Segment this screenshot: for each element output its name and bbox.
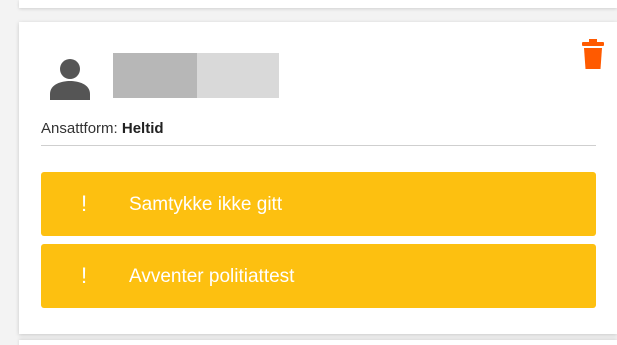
employment-type-label: Ansattform: [41,120,118,137]
person-icon [50,58,90,100]
exclamation-icon: ! [81,191,88,216]
exclamation-icon: ! [81,263,88,288]
employment-type: Ansattform: Heltid [41,120,164,137]
divider [41,145,596,146]
alert-text: Samtykke ikke gitt [129,193,283,215]
page: Ansattform: Heltid ! Samtykke ikke gitt … [0,0,617,345]
name-placeholder-part [197,53,279,98]
employment-type-value: Heltid [121,120,164,137]
employee-name-redacted [113,53,279,98]
name-placeholder-part [113,53,197,98]
next-card-edge [19,340,617,345]
alert-awaiting-police-certificate[interactable]: ! Avventer politiattest [41,244,596,308]
alert-consent-not-given[interactable]: ! Samtykke ikke gitt [41,172,596,236]
alert-text: Avventer politiattest [129,265,295,287]
trash-icon[interactable] [582,39,604,69]
previous-card-edge [19,0,617,8]
